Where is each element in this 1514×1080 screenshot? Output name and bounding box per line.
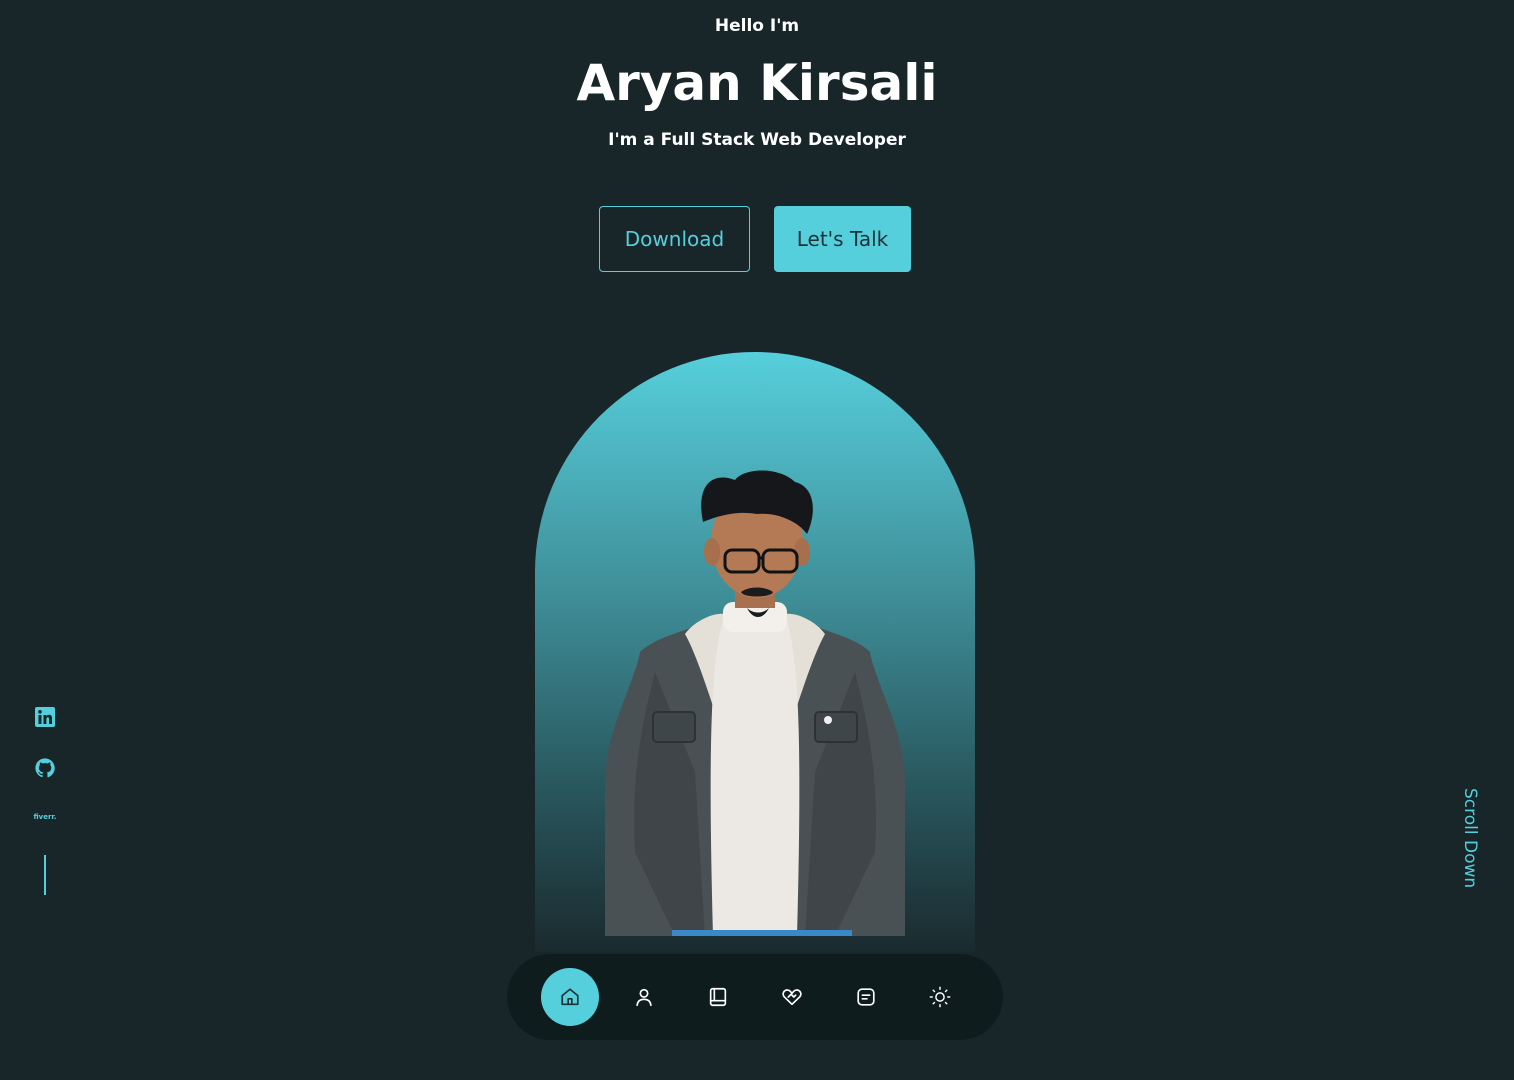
github-link[interactable] [32, 757, 58, 779]
portrait-arch [535, 352, 975, 952]
home-icon [561, 988, 579, 1006]
social-divider-line [44, 855, 46, 895]
nav-services[interactable] [763, 968, 821, 1026]
page: Hello I'm Aryan Kirsali I'm a Full Stack… [0, 0, 1514, 1080]
linkedin-link[interactable] [32, 706, 58, 728]
nav-about[interactable] [615, 968, 673, 1026]
sun-icon [929, 986, 951, 1008]
bottom-nav [507, 954, 1003, 1040]
handshake-icon [782, 989, 802, 1006]
user-icon [636, 988, 652, 1007]
linkedin-icon [35, 707, 55, 727]
hero-greeting: Hello I'm [714, 16, 800, 36]
nav-theme-toggle[interactable] [911, 968, 969, 1026]
portrait-photo [605, 470, 905, 936]
nav-resume[interactable] [689, 968, 747, 1026]
book-icon [709, 987, 727, 1007]
nav-home[interactable] [541, 968, 599, 1026]
fiverr-logo: fiverr. [33, 813, 57, 821]
message-icon [857, 988, 875, 1006]
download-button[interactable]: Download [599, 206, 750, 272]
github-icon [35, 758, 55, 778]
hero-name: Aryan Kirsali [576, 54, 938, 112]
nav-portfolio[interactable] [837, 968, 895, 1026]
lets-talk-button[interactable]: Let's Talk [774, 206, 911, 272]
fiverr-link[interactable]: fiverr. [32, 813, 58, 821]
hero-role: I'm a Full Stack Web Developer [608, 130, 906, 150]
scroll-down-link[interactable]: Scroll Down [1458, 788, 1482, 892]
